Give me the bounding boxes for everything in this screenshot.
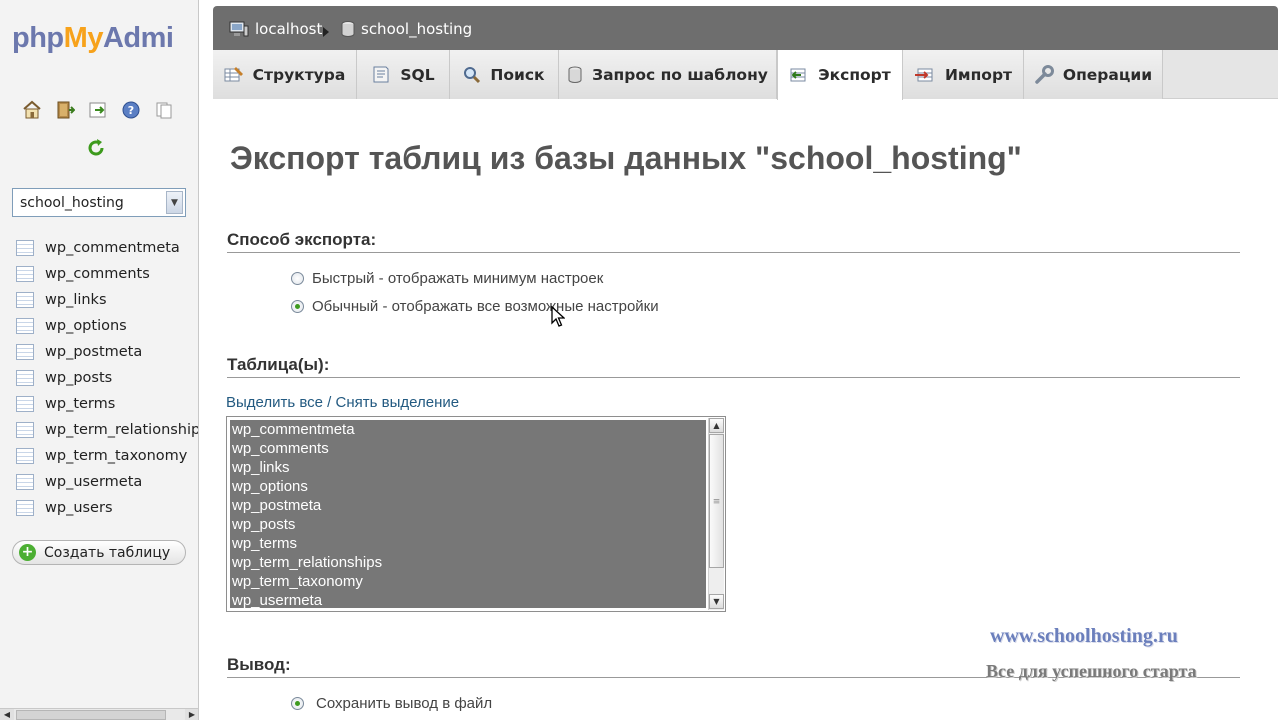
create-table-button[interactable]: + Создать таблицу xyxy=(12,540,186,565)
radio-custom[interactable] xyxy=(291,300,304,313)
listbox-vertical-scrollbar[interactable]: ▲ ≡ ▼ xyxy=(708,418,724,610)
export-method-heading: Способ экспорта: xyxy=(227,230,1240,253)
scrollbar-thumb[interactable]: ≡ xyxy=(709,434,724,568)
selection-links: Выделить все / Снять выделение xyxy=(226,394,459,411)
table-list-item[interactable]: wp_term_relationships xyxy=(16,417,198,443)
watermark-url: www.schoolhosting.ru xyxy=(990,625,1178,647)
listbox-option[interactable]: wp_postmeta xyxy=(230,496,706,515)
reload-icon[interactable] xyxy=(86,138,108,160)
structure-icon xyxy=(224,66,243,81)
table-list-item[interactable]: wp_users xyxy=(16,495,198,521)
listbox-option[interactable]: wp_terms xyxy=(230,534,706,553)
operations-icon xyxy=(1035,64,1054,84)
tab-structure[interactable]: Структура xyxy=(213,50,357,99)
radio-save-to-file[interactable] xyxy=(291,697,304,710)
listbox-option[interactable]: wp_links xyxy=(230,458,706,477)
breadcrumb: localhost school_hosting xyxy=(213,6,1278,50)
tables-heading: Таблица(ы): xyxy=(227,355,1240,378)
breadcrumb-server[interactable]: localhost xyxy=(229,20,322,38)
table-icon[interactable] xyxy=(16,266,34,282)
tables-listbox-options: wp_commentmeta wp_comments wp_links wp_o… xyxy=(230,420,706,608)
listbox-option[interactable]: wp_usermeta xyxy=(230,591,706,608)
table-list-item[interactable]: wp_posts xyxy=(16,365,198,391)
table-icon[interactable] xyxy=(16,422,34,438)
table-list-item[interactable]: wp_commentmeta xyxy=(16,235,198,261)
table-icon[interactable] xyxy=(16,474,34,490)
docs-icon[interactable] xyxy=(152,98,175,121)
tables-listbox[interactable]: wp_commentmeta wp_comments wp_links wp_o… xyxy=(226,416,726,612)
table-list-item[interactable]: wp_options xyxy=(16,313,198,339)
breadcrumb-database[interactable]: school_hosting xyxy=(341,20,472,38)
export-method-quick-option[interactable]: Быстрый - отображать минимум настроек xyxy=(291,270,603,287)
table-icon[interactable] xyxy=(16,370,34,386)
watermark-slogan: Все для успешного старта xyxy=(986,661,1197,681)
page-title: Экспорт таблиц из базы данных "school_ho… xyxy=(230,140,1022,176)
breadcrumb-separator-icon xyxy=(323,27,329,37)
help-icon[interactable]: ? xyxy=(119,98,142,121)
sql-icon xyxy=(373,66,389,83)
listbox-option[interactable]: wp_options xyxy=(230,477,706,496)
tab-export[interactable]: Экспорт xyxy=(777,50,903,100)
table-list: wp_commentmeta wp_comments wp_links wp_o… xyxy=(16,235,198,521)
query-window-icon[interactable] xyxy=(86,98,109,121)
query-icon xyxy=(568,66,582,83)
exit-icon[interactable] xyxy=(53,98,76,121)
table-list-item[interactable]: wp_usermeta xyxy=(16,469,198,495)
select-all-link[interactable]: Выделить все xyxy=(226,394,323,411)
import-icon xyxy=(914,68,933,81)
phpmyadmin-logo[interactable]: phpMyAdmi xyxy=(12,22,174,55)
scroll-down-icon[interactable]: ▼ xyxy=(709,594,724,609)
save-to-file-option[interactable]: Сохранить вывод в файл xyxy=(291,695,492,712)
tab-query[interactable]: Запрос по шаблону xyxy=(559,50,777,99)
export-icon xyxy=(790,68,806,82)
tab-operations[interactable]: Операции xyxy=(1024,50,1163,99)
table-icon[interactable] xyxy=(16,500,34,516)
table-list-item[interactable]: wp_postmeta xyxy=(16,339,198,365)
sidebar-horizontal-scrollbar[interactable]: ◀ ▶ xyxy=(0,708,198,720)
table-icon[interactable] xyxy=(16,240,34,256)
database-select[interactable]: school_hosting ▼ xyxy=(12,188,186,217)
scroll-right-icon[interactable]: ▶ xyxy=(185,709,198,720)
database-select-value: school_hosting xyxy=(20,195,124,211)
chevron-down-icon[interactable]: ▼ xyxy=(166,191,183,214)
tab-sql[interactable]: SQL xyxy=(357,50,450,99)
table-icon[interactable] xyxy=(16,292,34,308)
scroll-up-icon[interactable]: ▲ xyxy=(709,418,724,433)
navigation-sidebar: phpMyAdmi ? school_hosting ▼ wp_commentm… xyxy=(0,0,199,720)
search-icon xyxy=(464,66,481,83)
table-list-item[interactable]: wp_terms xyxy=(16,391,198,417)
svg-text:?: ? xyxy=(127,104,133,117)
tab-import[interactable]: Импорт xyxy=(903,50,1024,99)
tab-search[interactable]: Поиск xyxy=(450,50,559,99)
listbox-option[interactable]: wp_posts xyxy=(230,515,706,534)
table-icon[interactable] xyxy=(16,396,34,412)
unselect-all-link[interactable]: Снять выделение xyxy=(336,394,460,411)
mouse-cursor-icon xyxy=(551,306,565,327)
plus-icon: + xyxy=(19,544,36,561)
table-icon[interactable] xyxy=(16,318,34,334)
home-icon[interactable] xyxy=(20,98,43,121)
listbox-option[interactable]: wp_term_relationships xyxy=(230,553,706,572)
listbox-option[interactable]: wp_comments xyxy=(230,439,706,458)
export-method-custom-option[interactable]: Обычный - отображать все возможные настр… xyxy=(291,298,659,315)
table-icon[interactable] xyxy=(16,344,34,360)
radio-quick[interactable] xyxy=(291,272,304,285)
scroll-left-icon[interactable]: ◀ xyxy=(0,709,14,720)
listbox-option[interactable]: wp_commentmeta xyxy=(230,420,706,439)
listbox-option[interactable]: wp_term_taxonomy xyxy=(230,572,706,591)
link-separator: / xyxy=(323,394,336,411)
table-list-item[interactable]: wp_comments xyxy=(16,261,198,287)
server-icon xyxy=(229,21,249,37)
tab-bar: Структура SQL Поиск Запрос по шаблону Эк… xyxy=(213,50,1278,100)
sidebar-toolbar: ? xyxy=(20,98,175,121)
table-icon[interactable] xyxy=(16,448,34,464)
table-list-item[interactable]: wp_links xyxy=(16,287,198,313)
scrollbar-thumb[interactable] xyxy=(16,710,166,720)
database-icon xyxy=(341,21,355,37)
table-list-item[interactable]: wp_term_taxonomy xyxy=(16,443,198,469)
